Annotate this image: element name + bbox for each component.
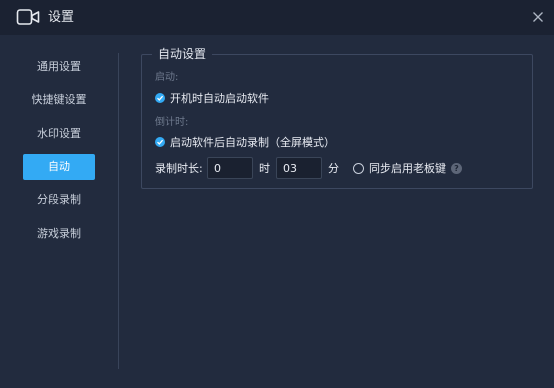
sync-boss-key-radio[interactable]: 同步启用老板键 ? bbox=[353, 161, 462, 175]
close-icon[interactable] bbox=[528, 7, 548, 27]
sidebar-item-label: 快捷键设置 bbox=[31, 93, 87, 106]
sidebar-item-general[interactable]: 通用设置 bbox=[23, 54, 95, 80]
group-title: 自动设置 bbox=[152, 46, 213, 62]
hours-unit: 时 bbox=[259, 162, 270, 175]
hours-input[interactable]: 0 bbox=[207, 157, 253, 179]
radio-circle[interactable] bbox=[353, 162, 364, 174]
sidebar-item-label: 分段录制 bbox=[37, 193, 81, 206]
minutes-input[interactable]: 03 bbox=[276, 157, 322, 179]
title-bar: 设置 bbox=[0, 0, 554, 35]
sidebar-item-hotkeys[interactable]: 快捷键设置 bbox=[23, 87, 95, 113]
sidebar-item-label: 水印设置 bbox=[37, 127, 81, 140]
checkmark-icon bbox=[155, 137, 165, 147]
settings-sidebar: 通用设置 快捷键设置 水印设置 自动 分段录制 游戏录制 bbox=[0, 35, 118, 388]
auto-start-checkbox[interactable]: 开机时自动启动软件 bbox=[155, 91, 269, 105]
duration-label: 录制时长: bbox=[155, 162, 203, 175]
auto-start-label: 开机时自动启动软件 bbox=[170, 92, 269, 105]
auto-record-label: 启动软件后自动录制（全屏模式） bbox=[170, 136, 335, 149]
sidebar-item-label: 通用设置 bbox=[37, 60, 81, 73]
countdown-section-label: 倒计时: bbox=[155, 117, 189, 128]
settings-window: 设置 通用设置 快捷键设置 水印设置 自动 分段录制 游戏录制 自动设置 启动: bbox=[0, 0, 554, 388]
video-camera-icon bbox=[16, 9, 40, 25]
auto-record-checkbox[interactable]: 启动软件后自动录制（全屏模式） bbox=[155, 135, 335, 149]
startup-section-label: 启动: bbox=[155, 72, 179, 83]
sidebar-item-label: 游戏录制 bbox=[37, 227, 81, 240]
window-title: 设置 bbox=[48, 10, 75, 25]
sidebar-item-segment-recording[interactable]: 分段录制 bbox=[23, 187, 95, 213]
sidebar-divider bbox=[118, 53, 119, 369]
sync-boss-key-label: 同步启用老板键 bbox=[369, 162, 446, 175]
minutes-unit: 分 bbox=[328, 162, 339, 175]
sidebar-item-game-recording[interactable]: 游戏录制 bbox=[23, 221, 95, 247]
checkmark-icon bbox=[155, 93, 165, 103]
sidebar-item-watermark[interactable]: 水印设置 bbox=[23, 121, 95, 147]
sidebar-item-label: 自动 bbox=[48, 160, 70, 173]
sidebar-item-auto[interactable]: 自动 bbox=[23, 154, 95, 180]
question-icon[interactable]: ? bbox=[451, 162, 462, 174]
